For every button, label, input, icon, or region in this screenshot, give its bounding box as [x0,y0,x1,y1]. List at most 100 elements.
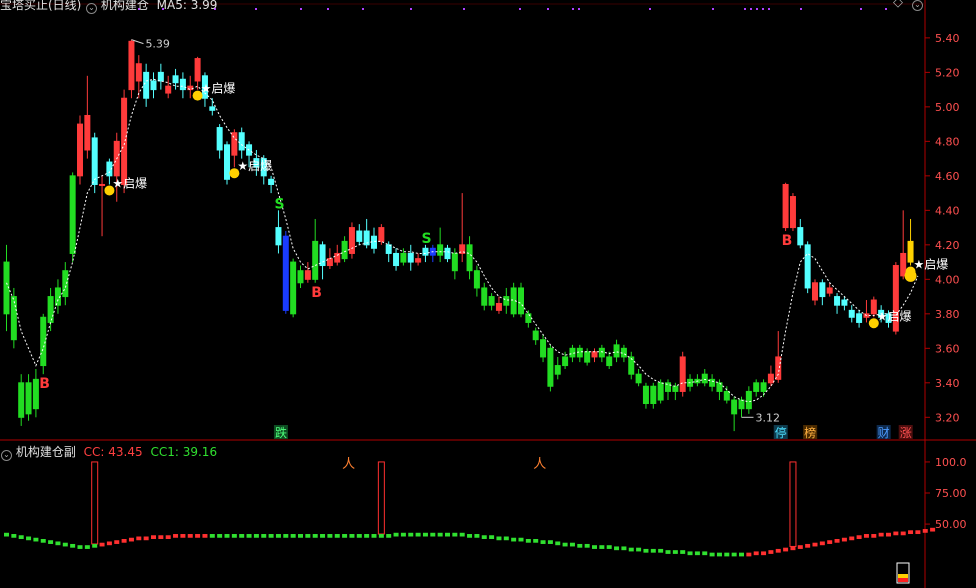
ma5-label: MA5: 3.99 [156,0,218,12]
cc-bar [665,550,671,554]
candle-body [415,258,422,263]
candle-body [341,240,348,260]
person-marker-icon: 人 [342,457,355,472]
candle-body [775,356,782,380]
cc-bar [606,545,612,549]
candle-body [348,227,355,254]
cc-bar [768,550,774,554]
candle-body [216,127,223,151]
sub-header[interactable]: ⌄ 机构建仓副 CC: 43.45 CC1: 39.16 [1,443,217,461]
candle-body [400,252,407,263]
top-marker-dot [860,8,862,10]
candle-body [378,227,385,242]
candle-body [782,183,789,229]
circle-menu-icon[interactable]: ⌄ [912,0,923,11]
cc-bar [827,540,833,544]
top-marker-dot [756,8,758,10]
cc1-label: CC1: 39.16 [150,445,218,459]
cc-bar [702,551,708,556]
signal-spike-bar [91,461,99,545]
cc-bar [849,536,855,541]
indicator-header[interactable]: ⌄ 机构建仓 MA5: 3.99 [86,0,217,14]
candle-body [172,75,179,84]
cc-bar [569,542,575,547]
cc-bar [731,552,737,557]
cc-bar [489,535,495,539]
sub-settings-icon[interactable]: ⌄ [1,450,12,461]
cc-bar [834,538,840,543]
candle-body [870,299,877,315]
cc-bar [275,534,281,538]
cc-bar [643,548,649,553]
cc-bar [143,536,149,541]
level-indicator-yellow [898,574,908,578]
candle-body [701,373,708,384]
candle-body [238,132,245,151]
candle-body [767,373,774,384]
sub-y-tick-label: 100.0 [935,456,967,469]
cc-bar [378,534,384,538]
candle-body [179,78,186,91]
sub-title: 机构建仓副 [15,445,76,459]
sub-indicator-panel: 100.0 75.00 50.00 人 人 [4,456,967,584]
y-tick-label: 4.60 [935,170,960,183]
qibao-signal-label: ★启爆 [877,309,912,323]
cc-bar [290,534,296,538]
bottom-badge-label: 涨 [900,425,912,440]
sell-signal-label: S [274,196,284,212]
cc-bar [783,547,789,552]
signal-spike-bar [789,461,797,547]
cc-label: CC: 43.45 [83,445,143,459]
candle-body [275,227,282,246]
top-marker-dot [572,8,574,10]
cc-bar [805,543,811,548]
cc-bar [496,536,502,541]
candle-body [319,244,326,267]
cc-bar [173,534,179,538]
candle-body [797,227,804,246]
diamond-icon[interactable]: ◇ [893,0,903,10]
candle-body [856,313,863,323]
top-marker-dot [800,8,802,10]
cc-bar [584,543,590,548]
candle-body [25,382,32,415]
cc-bar [261,534,267,538]
cc-bar [48,540,54,544]
candle-body [834,296,841,306]
qibao-signal-label: ★启爆 [201,82,236,96]
candle-body [650,385,657,405]
cc-bar [231,534,237,538]
indicator-settings-icon[interactable]: ⌄ [86,3,97,14]
candle-body [77,123,83,177]
top-marker-dot [519,8,521,10]
candle-body [819,282,826,298]
top-marker-dot [762,8,764,10]
candle-body [18,382,25,418]
candle-body [584,351,591,363]
cc-bar [672,550,678,554]
candle-body [393,252,400,267]
candle-body [613,344,620,358]
candle-body [598,347,605,358]
cc-bar [694,551,700,556]
cc-bar [209,534,215,538]
cc-bar [562,542,568,547]
candle-body [606,356,613,367]
candle-body [157,71,164,82]
candle-body [554,365,561,375]
cc-bar [628,547,634,552]
candle-body [282,235,289,311]
sub-y-tick-label: 50.00 [935,518,967,531]
candle-body [91,137,98,185]
candle-body [642,385,649,405]
cc-bar [239,534,245,538]
candle-body [826,287,833,294]
cc-bar [555,541,561,546]
cc-bar [136,536,142,541]
cc-bar [371,534,377,538]
bottom-badge-label: 停 [775,425,787,440]
candle-body [753,382,760,392]
cc-bar [11,534,17,538]
cc-bar [481,535,487,539]
cc-bar [364,534,370,538]
